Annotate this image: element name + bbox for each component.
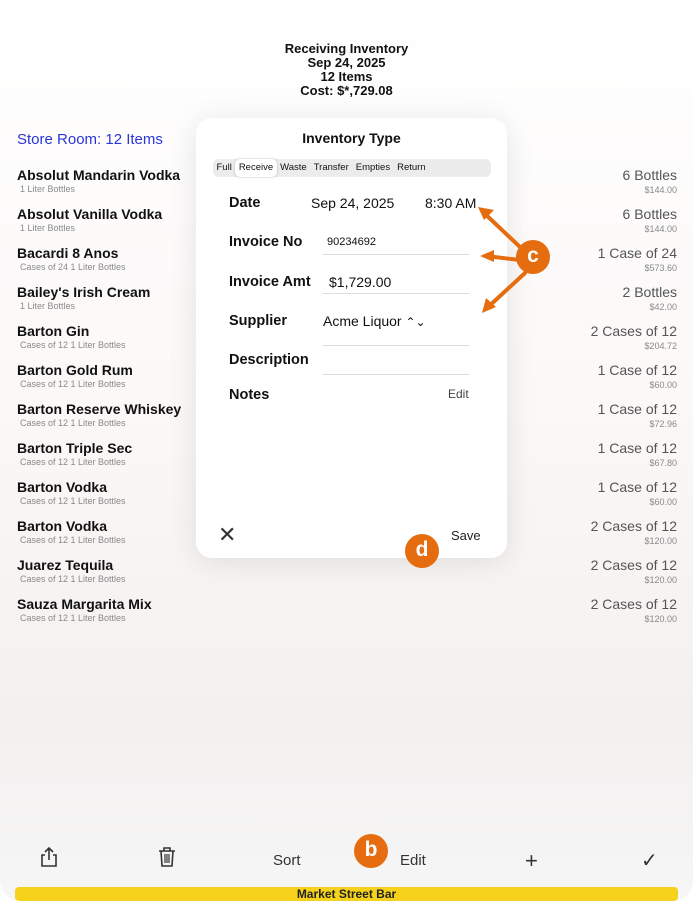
app-window: Receiving Inventory Sep 24, 2025 12 Item… bbox=[0, 0, 693, 901]
callout-arrowhead-invoice bbox=[480, 250, 494, 262]
store-name-bar: Market Street Bar bbox=[15, 887, 678, 901]
sort-button[interactable]: Sort bbox=[273, 852, 301, 869]
share-icon[interactable] bbox=[40, 846, 58, 872]
callout-arrow-time bbox=[481, 210, 522, 249]
edit-button[interactable]: Edit bbox=[400, 852, 426, 869]
callout-arrows bbox=[478, 207, 527, 313]
trash-icon[interactable] bbox=[158, 846, 176, 872]
add-button[interactable]: + bbox=[525, 848, 538, 874]
callout-badge-b: b bbox=[354, 834, 388, 868]
done-button[interactable]: ✓ bbox=[641, 848, 658, 873]
callout-badge-c: c bbox=[516, 240, 550, 274]
callout-badge-d: d bbox=[405, 534, 439, 568]
callout-arrow-supplier bbox=[485, 271, 527, 310]
